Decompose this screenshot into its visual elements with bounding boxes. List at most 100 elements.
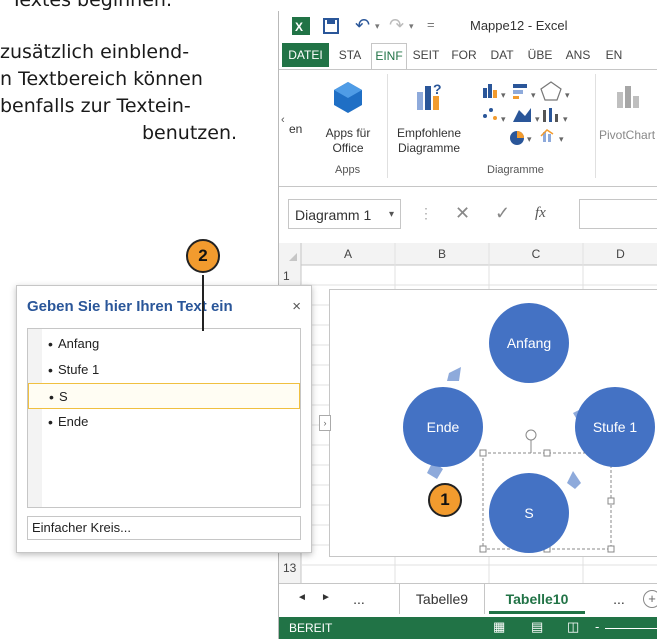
list-item[interactable]: Anfang	[28, 331, 300, 357]
title-bar: X ↶ ▾ ↷ ▾ = Mappe12 - Excel	[279, 11, 657, 41]
callout-badge-1: 1	[428, 483, 462, 517]
partial-group-label: en	[289, 122, 303, 136]
book-line: benutzen.	[142, 122, 238, 144]
cycle-arrow	[567, 471, 581, 489]
excel-window: X ↶ ▾ ↷ ▾ = Mappe12 - Excel DATEI STA EI…	[278, 11, 657, 639]
sheet-tab-more-right[interactable]: ...	[599, 584, 639, 614]
close-icon[interactable]: ×	[292, 298, 301, 315]
formula-input[interactable]	[579, 199, 657, 229]
pie-chart-icon	[510, 131, 524, 145]
svg-text:▾: ▾	[559, 134, 564, 144]
area-chart-icon	[513, 108, 531, 122]
smartart-node-stufe-1[interactable]: Stufe 1	[575, 387, 655, 467]
smartart-node-s[interactable]: S	[489, 473, 569, 553]
column-header-a[interactable]: A	[301, 243, 395, 265]
save-icon[interactable]	[323, 18, 339, 34]
rotate-handle	[525, 429, 537, 441]
window-title: Mappe12 - Excel	[470, 18, 568, 33]
redo-icon[interactable]: ↷	[389, 15, 404, 36]
list-item[interactable]: Ende	[28, 409, 300, 435]
scatter-chart-icon	[483, 108, 497, 120]
worksheet-grid[interactable]: A B C D 1 13 › Anfang Stufe 1 S Ende	[279, 243, 657, 583]
svg-text:▾: ▾	[527, 134, 532, 144]
combo-chart-icon	[540, 129, 554, 142]
more-icon: ⋮	[419, 205, 433, 221]
scroll-left-icon[interactable]: ‹	[281, 114, 285, 126]
name-box-value: Diagramm 1	[295, 207, 372, 223]
column-chart-icon	[483, 84, 497, 98]
zoom-out-icon[interactable]: -	[595, 619, 599, 634]
tab-data[interactable]: DAT	[485, 43, 519, 67]
recommended-charts-button[interactable]: Empfohlene Diagramme	[389, 126, 469, 156]
svg-text:▾: ▾	[563, 114, 568, 124]
stock-chart-icon	[543, 108, 558, 122]
pane-text-list[interactable]: Anfang Stufe 1 S Ende	[27, 328, 301, 508]
radar-chart-icon	[540, 81, 562, 101]
tab-file[interactable]: DATEI	[282, 43, 329, 67]
list-item-selected[interactable]: S	[28, 383, 300, 410]
enter-icon[interactable]: ✓	[495, 203, 510, 224]
tab-start[interactable]: STA	[333, 43, 367, 67]
book-line: n Textbereich können	[0, 68, 203, 90]
book-line: Textes beginnen.	[11, 0, 172, 11]
pivotchart-button[interactable]: PivotChart	[599, 128, 657, 143]
function-icon[interactable]: fx	[535, 205, 546, 222]
svg-text:X: X	[295, 20, 303, 34]
chevron-down-icon[interactable]: ▾	[389, 200, 394, 230]
sheet-tab-tabelle10[interactable]: Tabelle10	[489, 584, 585, 614]
tab-review[interactable]: ÜBE	[523, 43, 557, 67]
previous-sheet-icon[interactable]: ◄	[297, 592, 307, 603]
name-box[interactable]: Diagramm 1 ▾	[288, 199, 401, 229]
pivotchart-icon	[617, 86, 639, 108]
apps-for-office-button[interactable]: Apps für Office	[317, 126, 379, 156]
ribbon-tabs: DATEI STA EINF SEIT FOR DAT ÜBE ANS EN	[279, 43, 657, 69]
zoom-slider[interactable]	[605, 628, 657, 629]
next-sheet-icon[interactable]: ►	[321, 592, 331, 603]
sheet-tab-tabelle9[interactable]: Tabelle9	[399, 584, 485, 614]
normal-view-icon[interactable]: ▦	[493, 619, 505, 635]
callout-badge-2: 2	[186, 239, 220, 273]
smartart-text-pane: Geben Sie hier Ihren Text ein × Anfang S…	[16, 285, 312, 553]
undo-icon[interactable]: ↶	[355, 15, 370, 36]
excel-logo-icon: X	[292, 17, 310, 35]
svg-text:▾: ▾	[501, 90, 506, 100]
page-layout-view-icon[interactable]: ▤	[531, 619, 543, 635]
group-charts-label: Diagramme	[487, 164, 544, 176]
smartart-node-ende[interactable]: Ende	[403, 387, 483, 467]
svg-text:▾: ▾	[535, 114, 540, 124]
sheet-tab-more[interactable]: ...	[339, 584, 379, 614]
tab-insert[interactable]: EINF	[371, 43, 407, 69]
sheet-tab-bar: ◄ ► ... Tabelle9 Tabelle10 ... +	[279, 583, 657, 618]
group-apps-label: Apps	[335, 164, 361, 176]
column-header-d[interactable]: D	[583, 243, 657, 265]
chart-type-icons: ▾ ▾ ▾ ▾ ▾ ▾ ▾ ▾	[483, 81, 570, 145]
status-bar: BEREIT ▦ ▤ ◫ -	[279, 617, 657, 639]
column-header-c[interactable]: C	[489, 243, 583, 265]
smartart-node-anfang[interactable]: Anfang	[489, 303, 569, 383]
formula-bar: Diagramm 1 ▾ ⋮ ✕ ✓ fx	[279, 199, 657, 233]
svg-text:▾: ▾	[531, 90, 536, 100]
tab-formulas[interactable]: FOR	[447, 43, 481, 67]
svg-text:▾: ▾	[501, 114, 506, 124]
row-header-13[interactable]: 13	[283, 561, 297, 575]
tab-view[interactable]: ANS	[561, 43, 595, 67]
group-divider	[387, 74, 388, 178]
row-header-1[interactable]: 1	[283, 269, 297, 283]
layout-name-link[interactable]: Einfacher Kreis...	[27, 516, 301, 540]
group-divider	[595, 74, 596, 178]
book-line: zusätzlich einblend-	[0, 41, 190, 63]
redo-dropdown-icon[interactable]: ▾	[409, 21, 414, 32]
undo-dropdown-icon[interactable]: ▾	[375, 21, 380, 32]
tab-developer[interactable]: EN	[599, 43, 629, 67]
callout-leader	[202, 275, 204, 331]
ribbon: ‹ en Apps für Office ? Empfohlene Diagra…	[279, 69, 657, 187]
page-break-view-icon[interactable]: ◫	[567, 619, 579, 635]
recommended-charts-icon: ?	[417, 81, 442, 110]
list-item[interactable]: Stufe 1	[28, 357, 300, 383]
cycle-arrow	[447, 367, 461, 381]
column-header-b[interactable]: B	[395, 243, 489, 265]
customize-qat-icon[interactable]: =	[427, 17, 435, 32]
add-sheet-icon[interactable]: +	[643, 590, 657, 608]
tab-page-layout[interactable]: SEIT	[409, 43, 443, 67]
cancel-icon[interactable]: ✕	[455, 203, 470, 224]
